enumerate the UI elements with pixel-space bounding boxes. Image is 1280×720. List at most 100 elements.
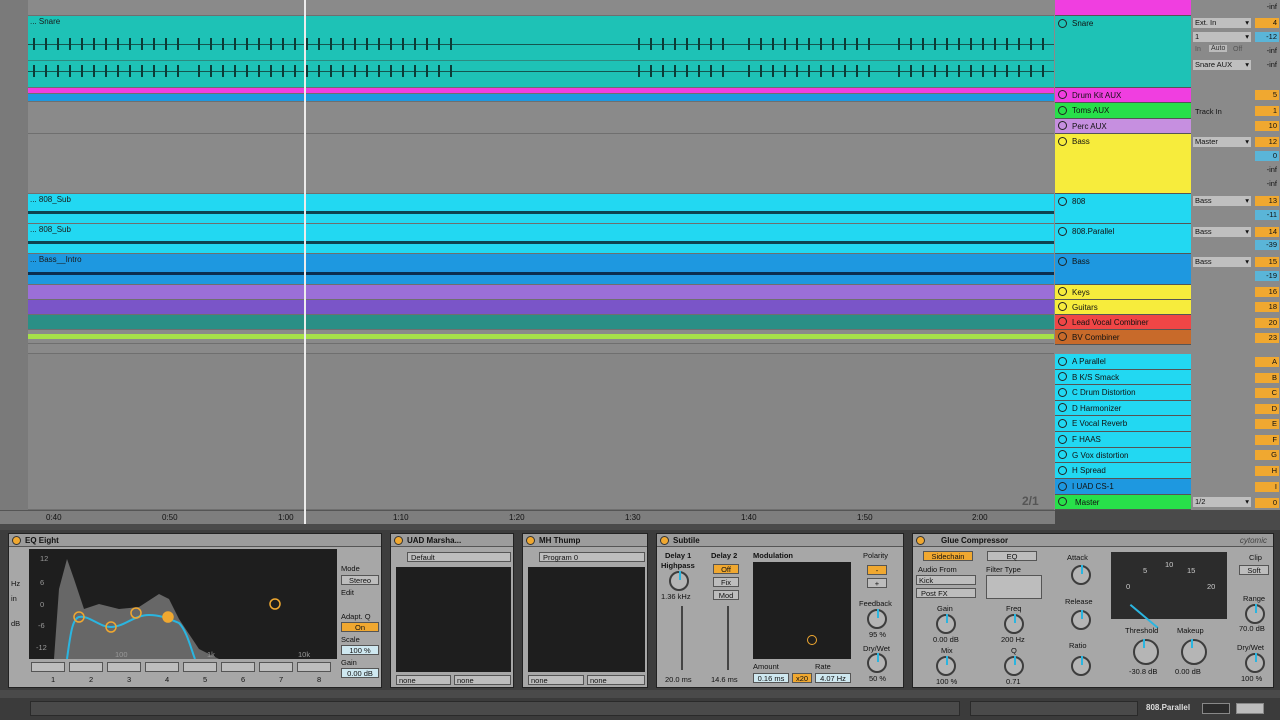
volume-value[interactable]: 1: [1255, 106, 1279, 116]
return-header[interactable]: I UAD CS-1: [1055, 479, 1191, 495]
release-knob[interactable]: [1071, 610, 1091, 630]
plugin-display[interactable]: [528, 567, 645, 672]
band-number[interactable]: 2: [89, 675, 93, 684]
fold-icon[interactable]: [1058, 372, 1067, 381]
track-header[interactable]: [1055, 0, 1191, 16]
arrangement-view[interactable]: ... Snare ... 808_Sub ... 808_Sub ... Ba…: [0, 0, 1055, 510]
rate-value[interactable]: 4.07 Hz: [815, 673, 851, 683]
playhead[interactable]: [304, 0, 306, 524]
volume-value[interactable]: 14: [1255, 227, 1279, 237]
return-volume[interactable]: D: [1255, 404, 1279, 414]
track-header[interactable]: 808: [1055, 194, 1191, 224]
lane-perc[interactable]: [28, 102, 1054, 134]
volume-value[interactable]: 23: [1255, 333, 1279, 343]
lane-returns-area[interactable]: [28, 354, 1054, 510]
volume-value[interactable]: 5: [1255, 90, 1279, 100]
range-knob[interactable]: [1245, 604, 1265, 624]
monitor-off[interactable]: Off: [1233, 46, 1242, 53]
volume-value[interactable]: 0: [1255, 151, 1279, 161]
fold-icon[interactable]: [1058, 466, 1067, 475]
return-volume[interactable]: B: [1255, 373, 1279, 383]
time-ruler[interactable]: 0:40 0:50 1:00 1:10 1:20 1:30 1:40 1:50 …: [0, 510, 1055, 524]
attack-knob[interactable]: [1071, 565, 1091, 585]
master-header[interactable]: Master: [1055, 495, 1191, 510]
output-select[interactable]: Bass: [1193, 196, 1251, 206]
power-icon[interactable]: [394, 536, 403, 545]
fold-icon[interactable]: [1058, 19, 1067, 28]
volume-value[interactable]: -inf: [1255, 165, 1279, 175]
output-select[interactable]: Master: [1193, 137, 1251, 147]
mix-knob[interactable]: [936, 656, 956, 676]
volume-value[interactable]: -11: [1255, 210, 1279, 220]
return-header[interactable]: F HAAS: [1055, 432, 1191, 448]
master-volume[interactable]: 0: [1255, 498, 1279, 508]
delay2-fader[interactable]: [727, 606, 729, 670]
fold-icon[interactable]: [1058, 106, 1067, 115]
makeup-knob[interactable]: [1181, 639, 1207, 665]
volume-value[interactable]: -inf: [1255, 2, 1279, 12]
return-header[interactable]: D Harmonizer: [1055, 401, 1191, 416]
volume-value[interactable]: -inf: [1255, 60, 1279, 70]
volume-value[interactable]: -inf: [1255, 46, 1279, 56]
power-icon[interactable]: [526, 536, 535, 545]
volume-value[interactable]: 13: [1255, 196, 1279, 206]
modulation-xy-pad[interactable]: [753, 562, 851, 659]
device-view-toggle[interactable]: [1202, 703, 1230, 714]
feedback-knob[interactable]: [867, 609, 887, 629]
return-volume[interactable]: H: [1255, 466, 1279, 476]
lane-guitars[interactable]: [28, 300, 1054, 315]
mod-button[interactable]: Mod: [713, 590, 739, 600]
preset-select[interactable]: Default: [407, 552, 511, 562]
volume-value[interactable]: 12: [1255, 137, 1279, 147]
device-glue-compressor[interactable]: Glue Compressor cytomic Sidechain EQ Audi…: [912, 533, 1274, 688]
clip-bass-intro[interactable]: ... Bass__Intro: [28, 254, 1054, 285]
fold-icon[interactable]: [1058, 197, 1067, 206]
amount-value[interactable]: 0.16 ms: [753, 673, 789, 683]
polarity-minus[interactable]: -: [867, 565, 887, 575]
band-number[interactable]: 6: [241, 675, 245, 684]
plugin-display[interactable]: [396, 567, 511, 672]
macro-select[interactable]: none: [396, 675, 451, 685]
lane-snare-group[interactable]: [28, 0, 1054, 16]
input-channel-select[interactable]: 1: [1193, 32, 1251, 42]
band-number[interactable]: 5: [203, 675, 207, 684]
volume-value[interactable]: 15: [1255, 257, 1279, 267]
output-select[interactable]: Snare AUX: [1193, 60, 1251, 70]
macro-select[interactable]: none: [587, 675, 645, 685]
band-number[interactable]: 7: [279, 675, 283, 684]
lane-bass-group[interactable]: [28, 134, 1054, 194]
track-header[interactable]: 808.Parallel: [1055, 224, 1191, 254]
output-select[interactable]: Bass: [1193, 227, 1251, 237]
fold-icon[interactable]: [1058, 403, 1067, 412]
macro-select[interactable]: none: [528, 675, 584, 685]
ratio-knob[interactable]: [1071, 656, 1091, 676]
volume-value[interactable]: 16: [1255, 287, 1279, 297]
q-knob[interactable]: [1004, 656, 1024, 676]
amount-multiplier[interactable]: x20: [792, 673, 812, 683]
eq-display[interactable]: [29, 549, 337, 660]
fold-icon[interactable]: [1058, 332, 1067, 341]
volume-value[interactable]: 20: [1255, 318, 1279, 328]
soft-clip-toggle[interactable]: Soft: [1239, 565, 1269, 575]
track-header[interactable]: Bass: [1055, 254, 1191, 285]
drywet-knob[interactable]: [1245, 653, 1265, 673]
lane-toms-clip[interactable]: [28, 94, 1054, 102]
track-header[interactable]: Guitars: [1055, 300, 1191, 315]
fold-icon[interactable]: [1058, 257, 1067, 266]
freq-knob[interactable]: [1004, 614, 1024, 634]
device-subtile[interactable]: Subtile Delay 1 Highpass 1.36 kHz 20.0 m…: [656, 533, 904, 688]
return-volume[interactable]: I: [1255, 482, 1279, 492]
fold-icon[interactable]: [1058, 450, 1067, 459]
return-volume[interactable]: E: [1255, 419, 1279, 429]
macro-select[interactable]: none: [454, 675, 511, 685]
fold-icon[interactable]: [1058, 137, 1067, 146]
eq-toggle[interactable]: EQ: [987, 551, 1037, 561]
return-header[interactable]: H Spread: [1055, 463, 1191, 479]
fold-icon[interactable]: [1058, 287, 1067, 296]
monitor-in[interactable]: In: [1195, 46, 1201, 53]
track-header[interactable]: Toms AUX: [1055, 103, 1191, 119]
master-output-select[interactable]: 1/2: [1193, 497, 1251, 507]
adapt-q-toggle[interactable]: On: [341, 622, 379, 632]
band-number[interactable]: 8: [317, 675, 321, 684]
polarity-plus[interactable]: +: [867, 578, 887, 588]
